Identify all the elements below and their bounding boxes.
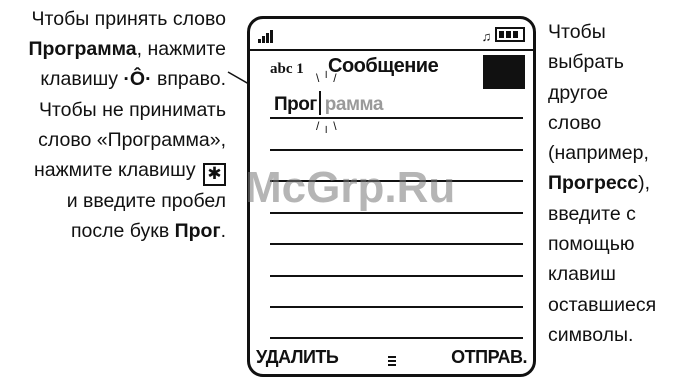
right-line-2: выбрать [548, 51, 624, 74]
text-line-1 [270, 117, 523, 119]
watermark-text: McGrp.Ru [245, 163, 456, 212]
right-line-8: помощью [548, 233, 635, 256]
text-line-7 [270, 306, 523, 308]
send-softkey[interactable]: ОТПРАВ. [451, 347, 527, 368]
input-mode-indicator: abc 1 [270, 61, 304, 77]
text-line-8 [270, 337, 523, 339]
status-right-icons: ♫ [482, 27, 525, 44]
screen-title: Сообщение [328, 55, 439, 77]
right-line-6: Прогресс), [548, 168, 678, 198]
signal-strength-icon [258, 27, 274, 43]
right-line-1: Чтобы [548, 21, 606, 43]
cursor-rays-top-icon: \ ╵ / [316, 71, 337, 85]
word-progress: Прогресс [548, 172, 639, 195]
text-line-2 [270, 149, 523, 151]
text-line-6 [270, 275, 523, 277]
text-line-5 [270, 243, 523, 245]
right-line-11: символы. [548, 323, 634, 346]
right-line-10: оставшиеся [548, 293, 657, 316]
title-bar: abc 1 Сообщение [250, 49, 533, 91]
menu-icon[interactable] [387, 354, 396, 366]
highlight-block [483, 55, 525, 89]
alert-icon: ♫ [481, 29, 492, 44]
delete-softkey[interactable]: УДАЛИТЬ [256, 347, 339, 368]
cursor-rays-bottom-icon: / ╷ \ [316, 119, 337, 133]
typed-text: Прог [274, 94, 317, 115]
battery-icon [495, 27, 525, 42]
right-line-7: введите с [548, 202, 636, 225]
word-completion[interactable]: рамма [325, 94, 384, 115]
right-line-5: (например, [548, 142, 649, 165]
right-annotation: Чтобы выбрать другое слово (например, Пр… [548, 17, 678, 350]
softkey-bar: УДАЛИТЬ ОТПРАВ. [256, 340, 527, 368]
right-line-4: слово [548, 111, 602, 134]
status-bar: ♫ [258, 27, 525, 45]
right-line-3: другое [548, 81, 609, 104]
right-line-6-rest: ), [638, 172, 651, 195]
text-cursor [318, 91, 321, 115]
right-line-9: клавиш [548, 263, 616, 286]
text-entry-field[interactable]: Прог рамма [274, 91, 383, 116]
